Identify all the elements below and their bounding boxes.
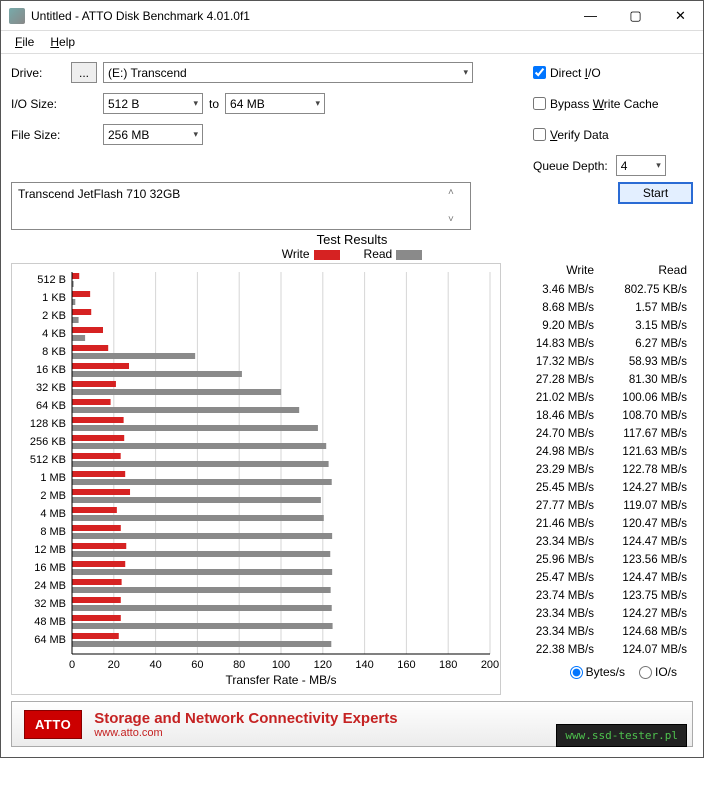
table-row: 23.34 MB/s124.68 MB/s [501, 623, 693, 641]
verify-checkbox[interactable]: Verify Data [533, 124, 693, 145]
svg-text:100: 100 [272, 659, 290, 671]
svg-text:4 KB: 4 KB [42, 328, 66, 340]
table-row: 23.29 MB/s122.78 MB/s [501, 461, 693, 479]
browse-button[interactable]: ... [71, 62, 97, 83]
table-row: 23.34 MB/s124.27 MB/s [501, 605, 693, 623]
svg-text:160: 160 [397, 659, 415, 671]
svg-text:512 B: 512 B [37, 274, 66, 286]
app-icon [9, 8, 25, 24]
table-row: 24.98 MB/s121.63 MB/s [501, 443, 693, 461]
svg-text:80: 80 [233, 659, 245, 671]
svg-text:Transfer Rate - MB/s: Transfer Rate - MB/s [226, 673, 337, 687]
table-row: 25.96 MB/s123.56 MB/s [501, 551, 693, 569]
ios-radio[interactable]: IO/s [639, 665, 677, 679]
chevron-down-icon: ▾ [459, 67, 468, 78]
svg-text:256 KB: 256 KB [30, 436, 66, 448]
io-size-from-select[interactable]: 512 B ▾ [103, 93, 203, 114]
svg-text:2 MB: 2 MB [40, 490, 66, 502]
svg-text:128 KB: 128 KB [30, 418, 66, 430]
drive-label: Drive: [11, 66, 71, 80]
description-box[interactable]: Transcend JetFlash 710 32GB ˄˅ [11, 182, 471, 230]
menu-file[interactable]: File [7, 33, 42, 51]
direct-io-checkbox[interactable]: Direct I/O [533, 62, 693, 83]
svg-text:512 KB: 512 KB [30, 454, 66, 466]
queue-depth-select[interactable]: 4 ▾ [616, 155, 666, 176]
table-row: 18.46 MB/s108.70 MB/s [501, 407, 693, 425]
svg-text:32 MB: 32 MB [34, 598, 66, 610]
chevron-down-icon: ▾ [189, 129, 198, 140]
svg-text:40: 40 [149, 659, 161, 671]
table-row: 23.74 MB/s123.75 MB/s [501, 587, 693, 605]
window-title: Untitled - ATTO Disk Benchmark 4.01.0f1 [31, 9, 568, 23]
svg-text:16 KB: 16 KB [36, 364, 66, 376]
svg-text:16 MB: 16 MB [34, 562, 66, 574]
table-row: 9.20 MB/s3.15 MB/s [501, 317, 693, 335]
results-title: Test Results [11, 232, 693, 247]
col-write: Write [501, 263, 594, 277]
file-size-select[interactable]: 256 MB ▾ [103, 124, 203, 145]
svg-text:8 KB: 8 KB [42, 346, 66, 358]
svg-text:12 MB: 12 MB [34, 544, 66, 556]
svg-text:1 MB: 1 MB [40, 472, 66, 484]
svg-text:24 MB: 24 MB [34, 580, 66, 592]
svg-text:20: 20 [108, 659, 120, 671]
svg-text:0: 0 [69, 659, 75, 671]
table-row: 21.02 MB/s100.06 MB/s [501, 389, 693, 407]
read-swatch-icon [396, 250, 422, 260]
svg-text:120: 120 [314, 659, 332, 671]
watermark: www.ssd-tester.pl [556, 724, 687, 747]
svg-text:60: 60 [191, 659, 203, 671]
table-row: 24.70 MB/s117.67 MB/s [501, 425, 693, 443]
svg-text:1 KB: 1 KB [42, 292, 66, 304]
write-swatch-icon [314, 250, 340, 260]
chevron-down-icon: ▾ [189, 98, 198, 109]
svg-text:48 MB: 48 MB [34, 616, 66, 628]
to-label: to [209, 97, 219, 111]
chart-legend: Write Read [11, 247, 693, 261]
bytes-radio[interactable]: Bytes/s [570, 665, 625, 679]
io-size-to-select[interactable]: 64 MB ▾ [225, 93, 325, 114]
table-row: 25.45 MB/s124.27 MB/s [501, 479, 693, 497]
bar-chart: 0 20 40 60 80 100 120 140 160 180 200 512 B 1 KB 2 KB… [12, 268, 500, 690]
svg-text:4 MB: 4 MB [40, 508, 66, 520]
svg-text:64 KB: 64 KB [36, 400, 66, 412]
file-size-label: File Size: [11, 128, 71, 142]
svg-text:200: 200 [481, 659, 499, 671]
scroll-up-icon[interactable]: ˄ [448, 187, 464, 198]
close-button[interactable]: ✕ [658, 1, 703, 31]
menu-help[interactable]: Help [42, 33, 83, 51]
queue-depth-label: Queue Depth: [533, 159, 608, 173]
table-row: 17.32 MB/s58.93 MB/s [501, 353, 693, 371]
table-row: 8.68 MB/s1.57 MB/s [501, 299, 693, 317]
scroll-down-icon[interactable]: ˅ [448, 214, 464, 225]
svg-text:180: 180 [439, 659, 457, 671]
table-row: 27.28 MB/s81.30 MB/s [501, 371, 693, 389]
table-row: 14.83 MB/s6.27 MB/s [501, 335, 693, 353]
svg-text:2 KB: 2 KB [42, 310, 66, 322]
start-button[interactable]: Start [618, 182, 693, 204]
svg-text:64 MB: 64 MB [34, 634, 66, 646]
table-row: 27.77 MB/s119.07 MB/s [501, 497, 693, 515]
io-size-label: I/O Size: [11, 97, 71, 111]
maximize-button[interactable]: ▢ [613, 1, 658, 31]
table-row: 23.34 MB/s124.47 MB/s [501, 533, 693, 551]
chevron-down-icon: ▾ [652, 160, 661, 171]
table-row: 21.46 MB/s120.47 MB/s [501, 515, 693, 533]
svg-text:8 MB: 8 MB [40, 526, 66, 538]
chevron-down-icon: ▾ [311, 98, 320, 109]
table-row: 25.47 MB/s124.47 MB/s [501, 569, 693, 587]
table-row: 22.38 MB/s124.07 MB/s [501, 641, 693, 659]
atto-logo: ATTO [24, 710, 82, 739]
minimize-button[interactable]: — [568, 1, 613, 31]
bypass-checkbox[interactable]: Bypass Write Cache [533, 93, 693, 114]
svg-text:140: 140 [355, 659, 373, 671]
table-row: 3.46 MB/s802.75 KB/s [501, 281, 693, 299]
drive-select[interactable]: (E:) Transcend ▾ [103, 62, 473, 83]
drive-selected: (E:) Transcend [108, 66, 459, 80]
col-read: Read [594, 263, 687, 277]
svg-text:32 KB: 32 KB [36, 382, 66, 394]
